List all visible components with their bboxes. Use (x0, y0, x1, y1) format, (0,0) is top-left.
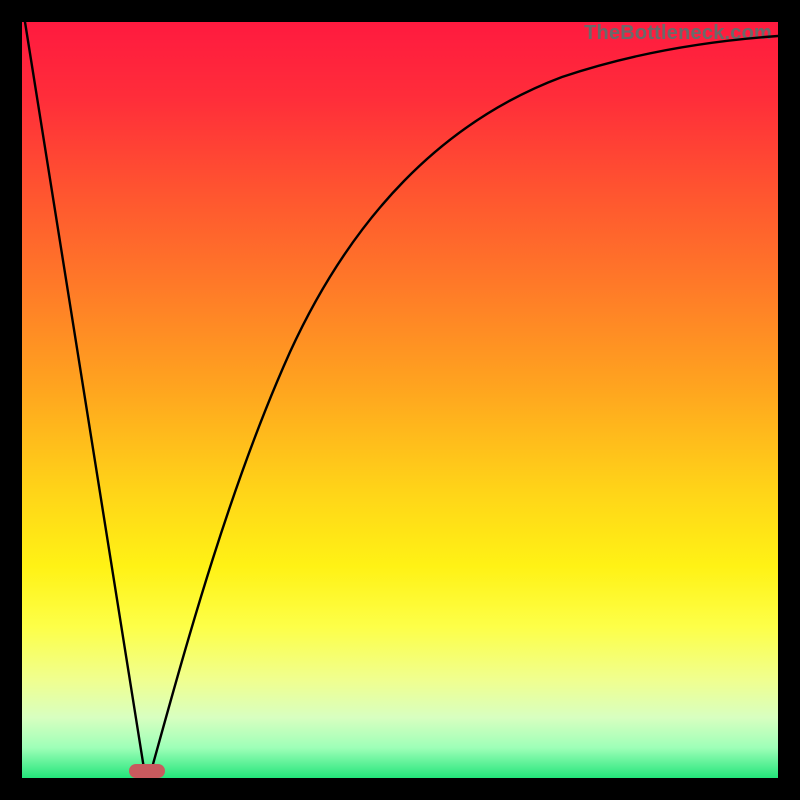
chart-plot-area: TheBottleneck.com (22, 22, 778, 778)
bottleneck-marker (129, 764, 165, 778)
chart-curve (22, 22, 778, 778)
chart-frame: TheBottleneck.com (0, 0, 800, 800)
curve-path (25, 22, 778, 775)
